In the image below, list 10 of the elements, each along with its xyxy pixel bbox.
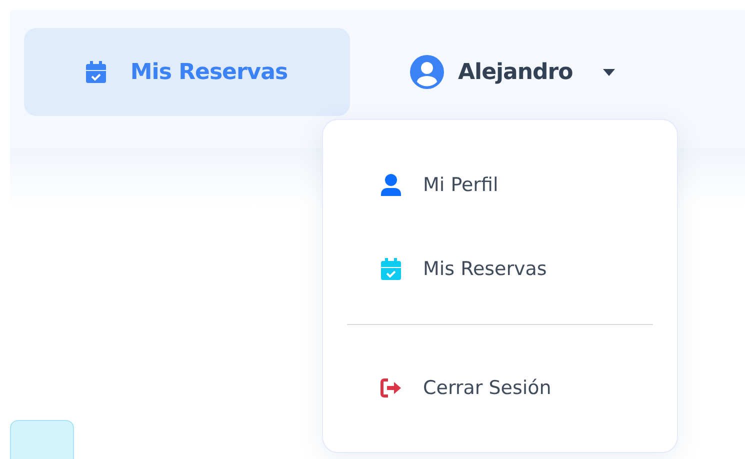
user-menu-button[interactable]: Alejandro: [402, 28, 633, 116]
logout-icon: [380, 378, 402, 398]
menu-item[interactable]: Mi Perfil: [347, 160, 653, 210]
menu-item[interactable]: Mis Reservas: [347, 244, 653, 294]
menu-item[interactable]: Cerrar Sesión: [347, 363, 653, 413]
calendar-check-icon: [381, 258, 401, 280]
calendar-check-icon: [86, 61, 106, 83]
card-background: [10, 420, 74, 459]
user-avatar-icon: [410, 55, 444, 89]
person-icon: [381, 174, 401, 196]
